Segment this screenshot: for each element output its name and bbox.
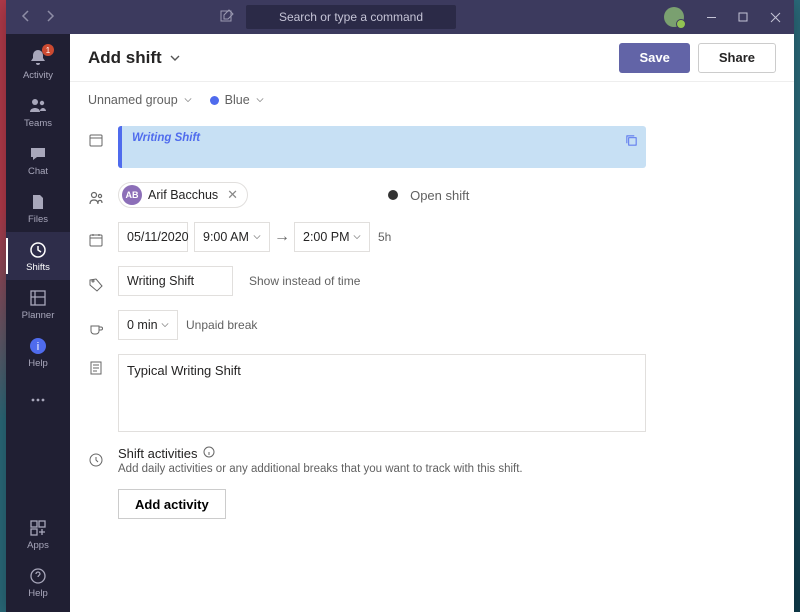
subheader: Unnamed group Blue [70,82,794,118]
tag-icon [88,270,118,292]
activities-title: Shift activities [118,446,197,461]
svg-text:i: i [37,341,39,353]
open-shift-dot [388,190,398,200]
calendar-icon [88,226,118,248]
chevron-down-icon[interactable] [170,48,180,68]
forward-button[interactable] [44,10,56,25]
help2-icon [28,566,48,586]
back-button[interactable] [20,10,32,25]
label-hint: Show instead of time [249,274,360,288]
break-icon [88,314,118,336]
save-button[interactable]: Save [619,43,689,73]
copy-icon[interactable] [625,134,638,152]
open-shift-label: Open shift [410,188,469,203]
shift-preview: Writing Shift [118,126,646,168]
remove-person-icon[interactable]: ✕ [224,187,241,203]
rail-help-bottom[interactable]: Help [6,558,70,606]
shifts-icon [28,240,48,260]
more-icon [28,390,48,410]
shift-label-field[interactable]: Writing Shift [118,266,233,296]
duration-label: 5h [378,230,391,244]
person-icon [88,184,118,206]
break-hint: Unpaid break [186,318,257,332]
page-title: Add shift [88,48,162,68]
group-selector[interactable]: Unnamed group [88,93,192,107]
rail-help[interactable]: i Help [6,328,70,376]
help-icon: i [28,336,48,356]
search-input[interactable]: Search or type a command [246,5,456,29]
person-chip[interactable]: AB Arif Bacchus ✕ [118,182,248,208]
minimize-button[interactable] [704,12,718,23]
theme-selector[interactable]: Blue [210,93,264,107]
break-field[interactable]: 0 min [118,310,178,340]
compose-icon[interactable] [220,9,234,26]
rail-shifts[interactable]: Shifts [6,232,70,280]
rail-more[interactable] [6,376,70,424]
rail-chat[interactable]: Chat [6,136,70,184]
rail-planner[interactable]: Planner [6,280,70,328]
close-button[interactable] [768,12,782,23]
rail-activity[interactable]: Activity 1 [6,40,70,88]
avatar[interactable] [664,7,684,27]
apps-icon [28,518,48,538]
arrow-right-icon: → [270,228,294,246]
activities-hint: Add daily activities or any additional b… [118,463,523,475]
planner-icon [28,288,48,308]
date-field[interactable]: 05/11/2020 [118,222,188,252]
end-time-field[interactable]: 2:00 PM [294,222,370,252]
rail-apps[interactable]: Apps [6,510,70,558]
maximize-button[interactable] [736,12,750,23]
preview-title: Writing Shift [132,132,636,144]
page-header: Add shift Save Share [70,34,794,82]
person-name: Arif Bacchus [148,188,218,202]
activity-badge: 1 [42,44,54,56]
start-time-field[interactable]: 9:00 AM [194,222,270,252]
color-dot-icon [210,96,219,105]
files-icon [28,192,48,212]
add-activity-button[interactable]: Add activity [118,489,226,519]
notes-field[interactable] [118,354,646,432]
notes-icon [88,354,118,376]
rail-files[interactable]: Files [6,184,70,232]
app-rail: Activity 1 Teams Chat Files Shifts Pl [6,34,70,612]
teams-icon [28,96,48,116]
share-button[interactable]: Share [698,43,776,73]
clock-icon [88,446,118,468]
preview-icon [88,126,118,148]
title-bar: Search or type a command [6,0,794,34]
info-icon[interactable] [203,446,215,461]
chat-icon [28,144,48,164]
avatar-initials: AB [122,185,142,205]
rail-teams[interactable]: Teams [6,88,70,136]
